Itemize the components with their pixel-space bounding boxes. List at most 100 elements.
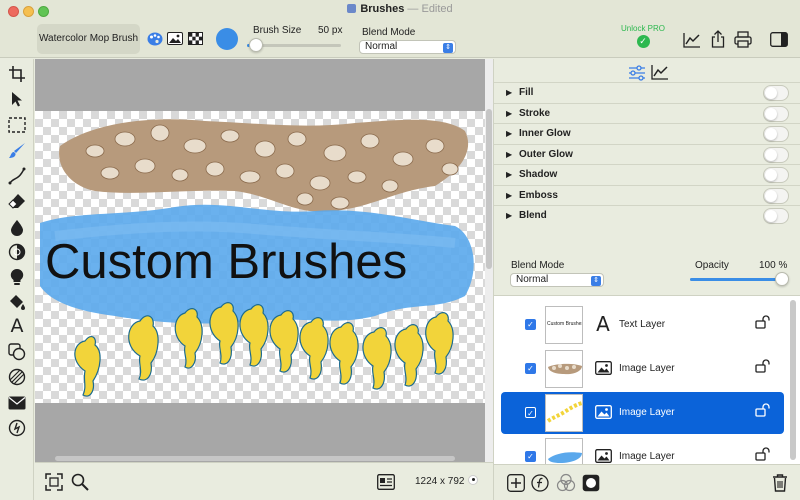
opacity-slider-knob[interactable] [775,272,789,286]
unlock-pro-label: Unlock PRO [620,24,665,33]
image-icon [594,447,612,465]
trash-icon[interactable] [772,473,788,495]
unlock-icon[interactable] [755,447,771,464]
layer-blend-mode-label: Blend Mode [511,260,565,271]
layer-visibility-checkbox[interactable]: ✓ [525,407,536,418]
brush-size-label: Brush Size [253,25,302,36]
share-icon[interactable] [711,30,725,51]
canvas-vertical-scrollbar[interactable] [485,59,493,462]
unlock-icon[interactable] [755,403,771,420]
gradient-icon[interactable] [7,367,27,387]
effect-row[interactable]: ▶ Shadow [494,164,800,184]
canvas-document[interactable]: Custom Brushes [35,111,485,403]
scroll-thumb[interactable] [486,109,492,269]
layer-row[interactable]: ✓ Custom Brushes A Text Layer [501,304,784,346]
layer-thumbnail: Custom Brushes [545,306,583,344]
effect-toggle[interactable] [763,126,789,142]
checkerboard-icon[interactable] [188,32,203,48]
chevron-updown-icon: ⇕ [591,276,601,286]
tool-palette: A [0,59,34,500]
blur-icon[interactable] [7,242,27,262]
pen-icon[interactable] [7,166,27,186]
add-circle-icon[interactable] [7,418,27,438]
crop-icon[interactable] [7,64,27,84]
brush-icon[interactable] [7,141,27,161]
canvas-viewport[interactable]: Custom Brushes [35,59,485,462]
sidebar-icon[interactable] [770,32,788,50]
blend-circles-icon[interactable] [556,473,576,496]
disclosure-triangle-icon[interactable]: ▶ [506,211,512,220]
disclosure-triangle-icon[interactable]: ▶ [506,150,512,159]
layer-actions-bar [494,464,800,500]
window-title-status: — Edited [407,3,453,15]
shapes-icon[interactable] [7,342,27,362]
image-icon[interactable] [167,32,183,48]
disclosure-triangle-icon[interactable]: ▶ [506,170,512,179]
effect-label: Outer Glow [519,148,573,160]
bucket-icon[interactable] [7,292,27,312]
disclosure-triangle-icon[interactable]: ▶ [506,129,512,138]
layer-thumbnail [545,350,583,388]
blend-mode-select[interactable]: Normal ⇕ [359,40,456,54]
fit-icon[interactable] [45,473,63,494]
effect-label: Stroke [519,107,551,119]
brush-picker-button[interactable]: Watercolor Mop Brush [37,24,140,54]
opacity-label: Opacity [695,260,729,271]
brush-size-slider-knob[interactable] [249,38,263,52]
brush-size-value: 50 px [318,25,343,36]
effect-row[interactable]: ▶ Inner Glow [494,123,800,143]
layer-visibility-checkbox[interactable]: ✓ [525,363,536,374]
layer-name: Image Layer [619,451,675,462]
drop-icon[interactable] [7,217,27,237]
checkmark-badge-icon: ✓ [636,35,650,48]
layer-row[interactable]: ✓ Image Layer [501,392,784,434]
effect-row[interactable]: ▶ Fill [494,82,800,102]
scroll-thumb[interactable] [55,456,455,461]
opacity-slider[interactable] [690,278,782,281]
canvas-bottom-bar: 1224 x 792 [35,462,493,500]
effect-toggle[interactable] [763,187,789,204]
chart-icon[interactable] [651,64,669,83]
effect-row[interactable]: ▶ Emboss [494,184,800,205]
eraser-icon[interactable] [7,191,27,211]
chart-icon[interactable] [683,32,701,51]
unlock-icon[interactable] [755,359,771,376]
effect-toggle[interactable] [763,105,789,122]
disclosure-triangle-icon[interactable]: ▶ [506,109,512,118]
print-icon[interactable] [734,31,752,51]
brush-color-well[interactable] [216,28,238,50]
layer-blend-mode-select[interactable]: Normal ⇕ [510,273,604,287]
layer-thumbnail [545,394,583,432]
canvas-size: 1224 x 792 [415,476,465,487]
image-icon [594,359,612,377]
text-icon[interactable]: A [7,315,27,337]
function-icon[interactable] [531,474,549,495]
palette-icon[interactable] [147,32,163,49]
add-icon[interactable] [507,474,525,495]
layer-visibility-checkbox[interactable]: ✓ [525,451,536,462]
zoom-icon[interactable] [71,473,89,494]
mask-icon[interactable] [582,474,600,495]
pointer-icon[interactable] [7,89,27,109]
unlock-icon[interactable] [755,315,771,332]
document-info-icon[interactable] [377,474,395,493]
disclosure-triangle-icon[interactable]: ▶ [506,191,512,200]
unlock-pro-button[interactable]: Unlock PRO ✓ [620,24,666,48]
effect-toggle[interactable] [763,208,789,224]
mail-icon[interactable] [7,393,27,413]
effect-row[interactable]: ▶ Stroke [494,102,800,123]
effect-toggle[interactable] [763,167,789,183]
marquee-icon[interactable] [7,115,27,135]
bulb-icon[interactable] [7,267,27,287]
effect-toggle[interactable] [763,85,789,101]
layer-visibility-checkbox[interactable]: ✓ [525,319,536,330]
layers-scrollbar[interactable] [790,300,796,460]
effect-row[interactable]: ▶ Blend [494,205,800,225]
effect-row[interactable]: ▶ Outer Glow [494,143,800,164]
canvas-horizontal-scrollbar[interactable] [35,453,485,462]
layer-name: Image Layer [619,407,675,418]
effect-toggle[interactable] [763,146,789,163]
layer-row[interactable]: ✓ Image Layer [501,348,784,390]
disclosure-triangle-icon[interactable]: ▶ [506,88,512,97]
layer-blend-mode-value: Normal [516,274,549,285]
